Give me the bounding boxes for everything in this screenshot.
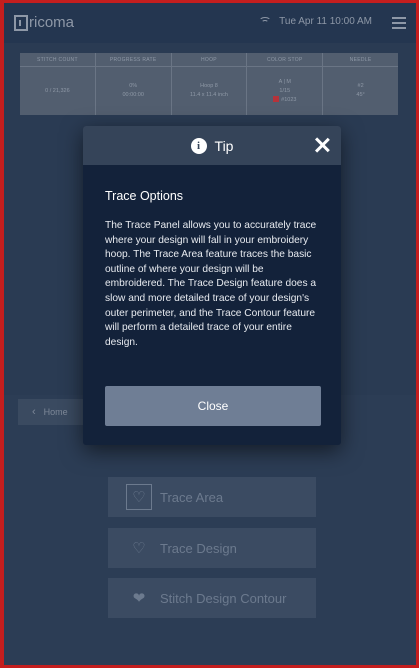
info-icon: i (190, 137, 207, 154)
info-header: HOOP (171, 53, 247, 67)
info-header: NEEDLE (323, 53, 398, 67)
color-swatch (273, 96, 280, 103)
info-col-hoop: HOOP Hoop 8 11.4 x 11.4 inch (171, 53, 248, 115)
datetime-label: Tue Apr 11 10:00 AM (279, 16, 372, 27)
modal-header-title: Tip (214, 137, 234, 154)
close-icon[interactable] (313, 136, 331, 154)
ricoma-logo: ricoma (14, 14, 74, 31)
info-col-needle: NEEDLE #2 45° (323, 53, 398, 115)
logo-text: ricoma (29, 14, 75, 31)
trace-design-button[interactable]: ♡ Trace Design (108, 528, 316, 568)
info-col-progress-rate: PROGRESS RATE 0% 00:00:00 (95, 53, 172, 115)
status-area: Tue Apr 11 10:00 AM (259, 16, 372, 27)
heart-icon: ♡ (132, 540, 146, 557)
modal-header: i Tip (83, 126, 341, 165)
info-value: 0 / 21,326 (45, 87, 70, 94)
wifi-icon (259, 17, 272, 26)
machine-info-strip: STITCH COUNT 0 / 21,326 PROGRESS RATE 0%… (20, 53, 398, 115)
color-swatch-row: #1023 (273, 96, 296, 105)
app-frame: ricoma Tue Apr 11 10:00 AM STITCH COUNT … (4, 3, 416, 665)
info-value: #1023 (281, 96, 297, 103)
tip-modal: i Tip Trace Options The Trace Panel allo… (83, 126, 341, 445)
info-value: 1/15 (279, 87, 291, 94)
info-value: 11.4 x 11.4 inch (189, 92, 228, 98)
info-col-color-stop: COLOR STOP A | M 1/15 #1023 (247, 53, 324, 115)
stitch-design-contour-button[interactable]: ❤ Stitch Design Contour (108, 578, 316, 618)
tool-label: Trace Area (160, 489, 224, 505)
chevron-left-icon: ‹ (32, 406, 36, 418)
info-header: COLOR STOP (247, 53, 323, 67)
info-value: Hoop 8 (200, 83, 218, 89)
tool-label: Stitch Design Contour (160, 590, 287, 606)
logo-mark-icon (14, 14, 28, 31)
heart-outline-icon: ♡ (126, 484, 152, 510)
hamburger-menu-icon[interactable] (392, 17, 406, 29)
info-header: PROGRESS RATE (95, 53, 171, 67)
modal-title: Trace Options (105, 189, 184, 203)
info-value: 45° (356, 92, 365, 98)
stitched-heart-icon: ❤ (132, 590, 146, 607)
home-label: Home (43, 407, 68, 417)
info-value: 00:00:00 (122, 92, 144, 98)
trace-area-button[interactable]: ♡ Trace Area (108, 477, 316, 517)
close-button[interactable]: Close (105, 386, 321, 426)
info-value: 0% (129, 83, 138, 89)
modal-body-text: The Trace Panel allows you to accurately… (105, 220, 317, 348)
info-value: A | M (278, 78, 291, 85)
info-value: #2 (357, 83, 364, 89)
top-bar: ricoma Tue Apr 11 10:00 AM (4, 3, 416, 43)
info-col-stitch-count: STITCH COUNT 0 / 21,326 (20, 53, 96, 115)
info-header: STITCH COUNT (20, 53, 95, 67)
tool-label: Trace Design (160, 540, 237, 556)
